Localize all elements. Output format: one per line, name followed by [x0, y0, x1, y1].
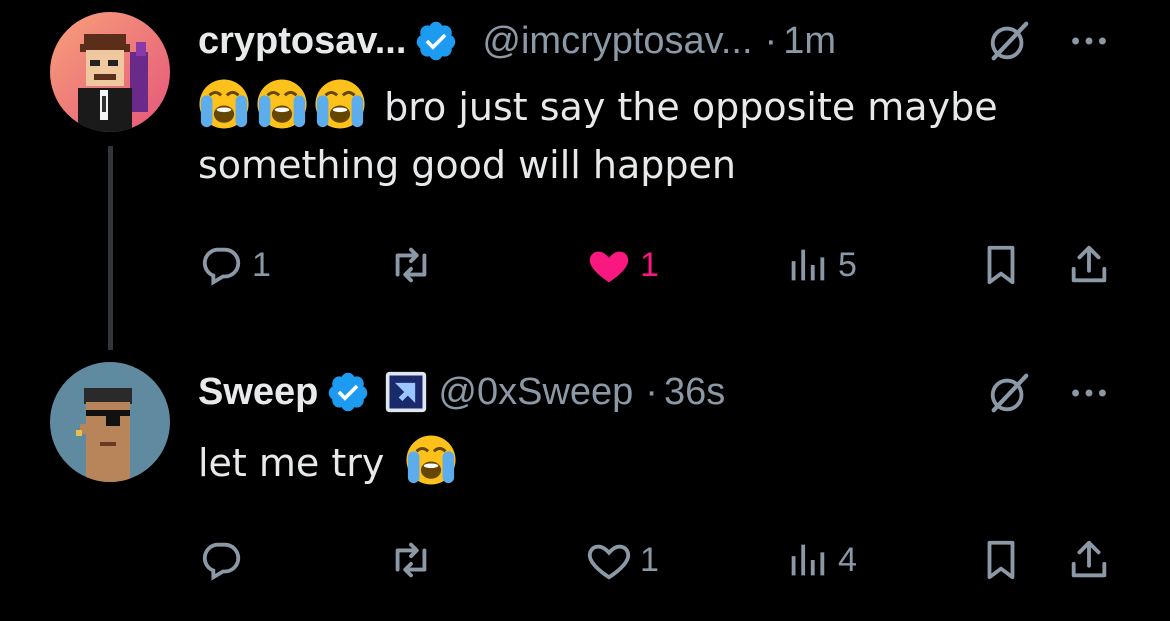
- grok-icon[interactable]: [986, 370, 1032, 416]
- separator-dot: ·: [764, 19, 778, 62]
- loudly-crying-face-emoji: [405, 435, 456, 485]
- avatar[interactable]: [50, 12, 170, 132]
- reply-icon: [202, 542, 241, 581]
- reply-button[interactable]: [198, 535, 252, 585]
- like-icon: [589, 251, 629, 283]
- like-button[interactable]: 1: [586, 240, 659, 290]
- bookmark-icon: [987, 540, 1015, 580]
- loudly-crying-face-emoji: [257, 79, 307, 129]
- more-icon[interactable]: [1066, 370, 1112, 416]
- handle[interactable]: @0xSweep: [438, 371, 633, 414]
- share-button[interactable]: [1066, 240, 1112, 290]
- share-icon: [1071, 540, 1107, 578]
- display-name[interactable]: Sweep: [198, 371, 318, 414]
- action-bar: 1 1 5: [198, 240, 1118, 290]
- reply-icon: [202, 247, 241, 286]
- verified-badge-icon[interactable]: [414, 19, 458, 63]
- views-count: 4: [838, 540, 857, 579]
- share-button[interactable]: [1066, 535, 1112, 585]
- bookmark-button[interactable]: [978, 535, 1024, 585]
- grok-icon[interactable]: [986, 18, 1032, 64]
- bookmark-button[interactable]: [978, 240, 1024, 290]
- affiliate-badge-icon[interactable]: [384, 370, 428, 414]
- more-icon[interactable]: [1066, 18, 1112, 64]
- views-button[interactable]: 4: [784, 535, 857, 585]
- display-name[interactable]: cryptosav...: [198, 20, 406, 63]
- tweet-header: cryptosav... @imcryptosav... · 1m: [198, 13, 836, 69]
- like-count: 1: [640, 245, 659, 284]
- repost-button[interactable]: [388, 240, 442, 290]
- like-count: 1: [640, 540, 659, 579]
- views-button[interactable]: 5: [784, 240, 857, 290]
- reply-button[interactable]: 1: [198, 240, 271, 290]
- share-icon: [1071, 245, 1107, 283]
- like-button[interactable]: 1: [586, 535, 659, 585]
- verified-badge-icon[interactable]: [326, 370, 370, 414]
- tweet-text: let me try: [198, 434, 1058, 492]
- handle[interactable]: @imcryptosav...: [482, 20, 752, 63]
- like-icon: [587, 544, 631, 580]
- action-bar: 1 4: [198, 535, 1118, 585]
- tweet-body: let me try: [198, 441, 385, 485]
- reply-count: 1: [252, 245, 271, 284]
- thread-connector-line: [108, 146, 113, 350]
- bookmark-icon: [987, 245, 1015, 285]
- repost-button[interactable]: [388, 535, 442, 585]
- avatar[interactable]: [50, 362, 170, 482]
- repost-icon: [395, 247, 427, 283]
- repost-icon: [395, 542, 427, 578]
- loudly-crying-face-emoji: [315, 79, 365, 129]
- timestamp[interactable]: 1m: [783, 20, 836, 63]
- views-icon: [791, 249, 825, 281]
- tweet-text: bro just say the opposite maybe somethin…: [198, 78, 1058, 194]
- views-icon: [791, 544, 825, 576]
- separator-dot: ·: [645, 370, 658, 413]
- timestamp[interactable]: 36s: [664, 371, 725, 414]
- loudly-crying-face-emoji: [199, 79, 249, 129]
- tweet-header: Sweep @0xSweep · 36s: [198, 364, 725, 420]
- views-count: 5: [838, 245, 857, 284]
